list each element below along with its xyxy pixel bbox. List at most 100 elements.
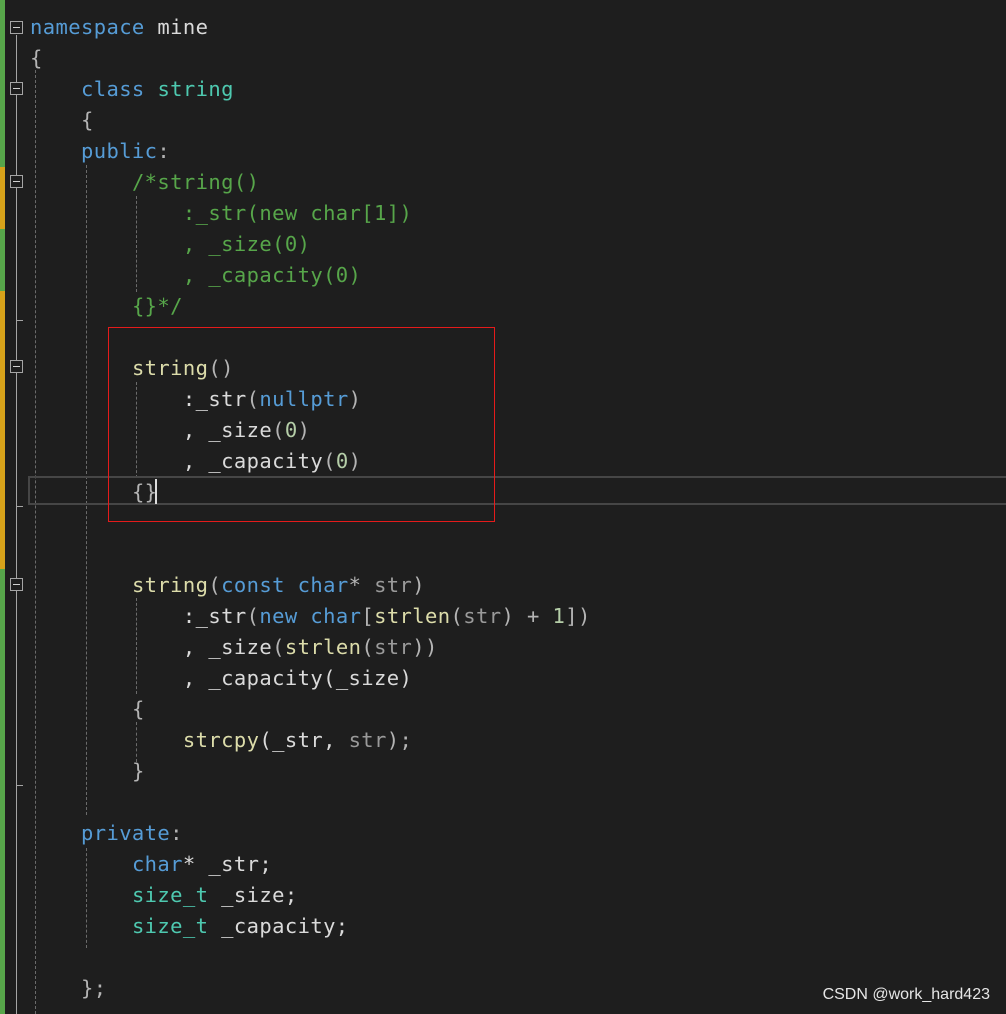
code-token: * <box>348 573 375 597</box>
outline-end-tick <box>16 320 23 321</box>
code-line[interactable]: { <box>30 105 94 136</box>
code-token: str <box>374 573 413 597</box>
collapse-namespace-icon[interactable] <box>10 21 23 34</box>
code-token: public <box>80 139 158 163</box>
code-token: str <box>463 604 502 628</box>
code-line[interactable]: namespace mine <box>30 12 208 43</box>
code-token: , _size <box>182 635 273 659</box>
code-token: mine <box>144 15 209 39</box>
code-token: { <box>131 697 145 721</box>
collapse-default-ctor-icon[interactable] <box>10 360 23 373</box>
change-bar-saved <box>0 0 5 167</box>
code-token: str <box>374 635 413 659</box>
code-token: string <box>157 77 234 101</box>
collapse-class-icon[interactable] <box>10 82 23 95</box>
code-token: (_str, <box>259 728 349 752</box>
code-token: ( <box>246 604 260 628</box>
code-line[interactable]: , _capacity(_size) <box>30 663 412 694</box>
code-token: size_t <box>131 883 209 907</box>
code-token: char <box>131 852 183 876</box>
code-line[interactable]: :_str(new char[strlen(str) + 1]) <box>30 601 591 632</box>
code-token: _size; <box>208 883 298 907</box>
watermark: CSDN @work_hard423 <box>822 986 990 1003</box>
code-token: : <box>170 821 183 845</box>
code-token: class <box>80 77 145 101</box>
code-token: , _capacity(0) <box>182 263 362 287</box>
code-token: : <box>157 139 171 163</box>
code-token: , _capacity <box>182 666 324 690</box>
code-token: private <box>80 821 171 845</box>
annotation-box <box>108 327 495 522</box>
change-bar-saved <box>0 229 5 291</box>
code-line[interactable]: string(const char* str) <box>30 570 425 601</box>
code-line[interactable]: size_t _size; <box>30 880 298 911</box>
change-bar-saved <box>0 569 5 1014</box>
code-token: ( <box>208 573 222 597</box>
code-token: } <box>131 759 145 783</box>
code-line[interactable]: , _capacity(0) <box>30 260 361 291</box>
code-line[interactable]: class string <box>30 74 234 105</box>
code-token: , _size(0) <box>182 232 311 256</box>
code-line[interactable]: size_t _capacity; <box>30 911 349 942</box>
code-token: char <box>297 573 349 597</box>
code-token: }; <box>80 976 107 1000</box>
code-token: * _str; <box>182 852 273 876</box>
code-token: ) + <box>501 604 553 628</box>
code-line[interactable]: { <box>30 43 43 74</box>
collapse-str-ctor-icon[interactable] <box>10 578 23 591</box>
code-token: char <box>310 604 362 628</box>
code-token: { <box>80 108 94 132</box>
code-line[interactable]: }; <box>30 973 106 1004</box>
code-line[interactable]: private: <box>30 818 183 849</box>
code-token: strcpy <box>182 728 260 752</box>
code-line[interactable]: , _size(0) <box>30 229 310 260</box>
code-line[interactable]: :_str(new char[1]) <box>30 198 412 229</box>
code-token: /*string() <box>131 170 260 194</box>
code-token: )) <box>412 635 438 659</box>
change-bar-unsaved <box>0 291 5 569</box>
code-token: (_size) <box>323 666 413 690</box>
code-token: _capacity; <box>208 914 349 938</box>
code-token: const <box>221 573 285 597</box>
code-line[interactable]: /*string() <box>30 167 259 198</box>
code-line[interactable]: public: <box>30 136 170 167</box>
code-token: new <box>259 604 298 628</box>
change-bar-unsaved <box>0 167 5 229</box>
code-token: { <box>30 46 43 70</box>
code-token: :_str(new char[1]) <box>182 201 413 225</box>
code-line[interactable]: } <box>30 756 145 787</box>
code-token: str <box>348 728 387 752</box>
code-token: strlen <box>284 635 362 659</box>
code-token: strlen <box>374 604 451 628</box>
code-token: ( <box>272 635 285 659</box>
code-line[interactable]: char* _str; <box>30 849 272 880</box>
outline-end-tick <box>16 785 23 786</box>
code-editor[interactable]: namespace mine { class string { public: /… <box>0 0 1006 1014</box>
code-token: ); <box>386 728 413 752</box>
code-token: ( <box>361 635 375 659</box>
code-token: size_t <box>131 914 209 938</box>
code-line[interactable]: , _size(strlen(str)) <box>30 632 438 663</box>
code-token: 1 <box>552 604 566 628</box>
code-line[interactable]: {}*/ <box>30 291 183 322</box>
code-line[interactable]: strcpy(_str, str); <box>30 725 412 756</box>
code-token: ( <box>450 604 464 628</box>
code-line[interactable]: { <box>30 694 145 725</box>
code-token: namespace <box>30 15 145 39</box>
collapse-comment-icon[interactable] <box>10 175 23 188</box>
